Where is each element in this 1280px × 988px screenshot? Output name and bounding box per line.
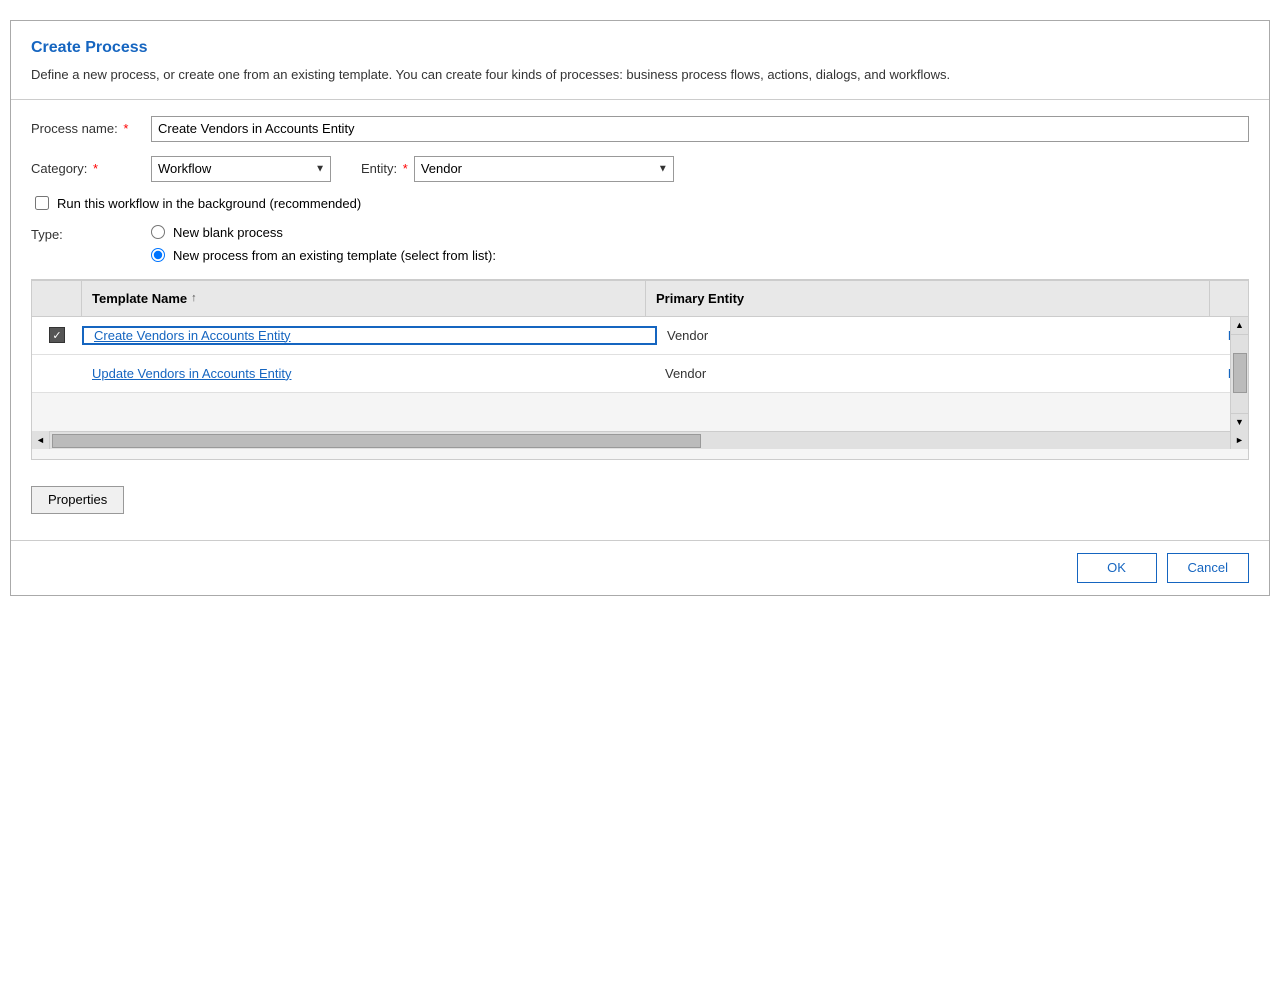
scroll-down-button[interactable]: ▼: [1231, 413, 1249, 431]
ok-button[interactable]: OK: [1077, 553, 1157, 583]
horizontal-scrollbar: ◄ ►: [32, 431, 1248, 449]
template-table: Template Name ↑ Primary Entity ✓ Creat: [31, 280, 1249, 460]
row1-checkbox-cell: ✓: [32, 317, 82, 354]
radio-from-template[interactable]: [151, 248, 165, 262]
cancel-button[interactable]: Cancel: [1167, 553, 1249, 583]
row1-template-name[interactable]: Create Vendors in Accounts Entity: [82, 326, 657, 345]
vertical-scrollbar[interactable]: ▲ ▼: [1230, 317, 1248, 431]
category-label: Category: *: [31, 161, 151, 176]
h-scroll-left-button[interactable]: ◄: [32, 431, 50, 449]
process-name-label: Process name: *: [31, 121, 151, 136]
create-process-dialog: Create Process Define a new process, or …: [10, 20, 1270, 596]
category-select-wrapper: Workflow Business Process Flow Action Di…: [151, 156, 331, 182]
entity-required: *: [403, 161, 408, 176]
row1-primary-entity: Vendor: [657, 328, 1228, 343]
th-template-name[interactable]: Template Name ↑: [82, 281, 646, 316]
entity-select[interactable]: Vendor Account Contact: [414, 156, 674, 182]
scroll-thumb[interactable]: [1233, 353, 1247, 393]
dialog-header: Create Process Define a new process, or …: [11, 21, 1269, 100]
dialog-body: Process name: * Category: * Workflow Bus…: [11, 100, 1269, 540]
h-scroll-right-button[interactable]: ►: [1230, 431, 1248, 449]
process-name-input[interactable]: [151, 116, 1249, 142]
row2-checkbox-cell: [32, 355, 82, 392]
h-scroll-track: [50, 432, 1230, 449]
radio-option-blank: New blank process: [151, 225, 496, 240]
scroll-up-button[interactable]: ▲: [1231, 317, 1249, 335]
category-required: *: [93, 161, 98, 176]
dialog-footer: OK Cancel: [11, 540, 1269, 595]
type-radio-group: New blank process New process from an ex…: [151, 225, 496, 263]
radio-template-label: New process from an existing template (s…: [173, 248, 496, 263]
th-extra: [1210, 281, 1230, 316]
category-entity-row: Category: * Workflow Business Process Fl…: [31, 156, 1249, 182]
dialog-description: Define a new process, or create one from…: [31, 65, 1249, 85]
entity-group: Entity: * Vendor Account Contact ▼: [361, 156, 674, 182]
category-select[interactable]: Workflow Business Process Flow Action Di…: [151, 156, 331, 182]
radio-blank-process[interactable]: [151, 225, 165, 239]
type-row: Type: New blank process New process from…: [31, 225, 1249, 263]
th-primary-entity[interactable]: Primary Entity: [646, 281, 1210, 316]
table-header: Template Name ↑ Primary Entity: [32, 281, 1248, 317]
entity-select-wrapper: Vendor Account Contact ▼: [414, 156, 674, 182]
background-workflow-checkbox[interactable]: [35, 196, 49, 210]
table-row[interactable]: Update Vendors in Accounts Entity Vendor…: [32, 355, 1248, 393]
background-workflow-row: Run this workflow in the background (rec…: [35, 196, 1249, 211]
properties-section: Properties: [31, 476, 1249, 524]
row2-primary-entity: Vendor: [655, 366, 1228, 381]
radio-option-template: New process from an existing template (s…: [151, 248, 496, 263]
row1-checked-icon[interactable]: ✓: [49, 327, 65, 343]
h-scroll-thumb[interactable]: [52, 434, 701, 448]
table-row[interactable]: ✓ Create Vendors in Accounts Entity Vend…: [32, 317, 1248, 355]
th-checkbox: [32, 281, 82, 316]
radio-blank-label: New blank process: [173, 225, 283, 240]
background-workflow-label: Run this workflow in the background (rec…: [57, 196, 361, 211]
process-name-required: *: [123, 121, 128, 136]
row2-template-name[interactable]: Update Vendors in Accounts Entity: [82, 366, 655, 381]
properties-button[interactable]: Properties: [31, 486, 124, 514]
process-name-row: Process name: *: [31, 116, 1249, 142]
sort-arrow-icon: ↑: [191, 292, 197, 304]
dialog-title: Create Process: [31, 39, 1249, 57]
entity-label: Entity: *: [361, 161, 408, 176]
type-label: Type:: [31, 225, 151, 242]
table-body-wrapper: ✓ Create Vendors in Accounts Entity Vend…: [32, 317, 1248, 431]
